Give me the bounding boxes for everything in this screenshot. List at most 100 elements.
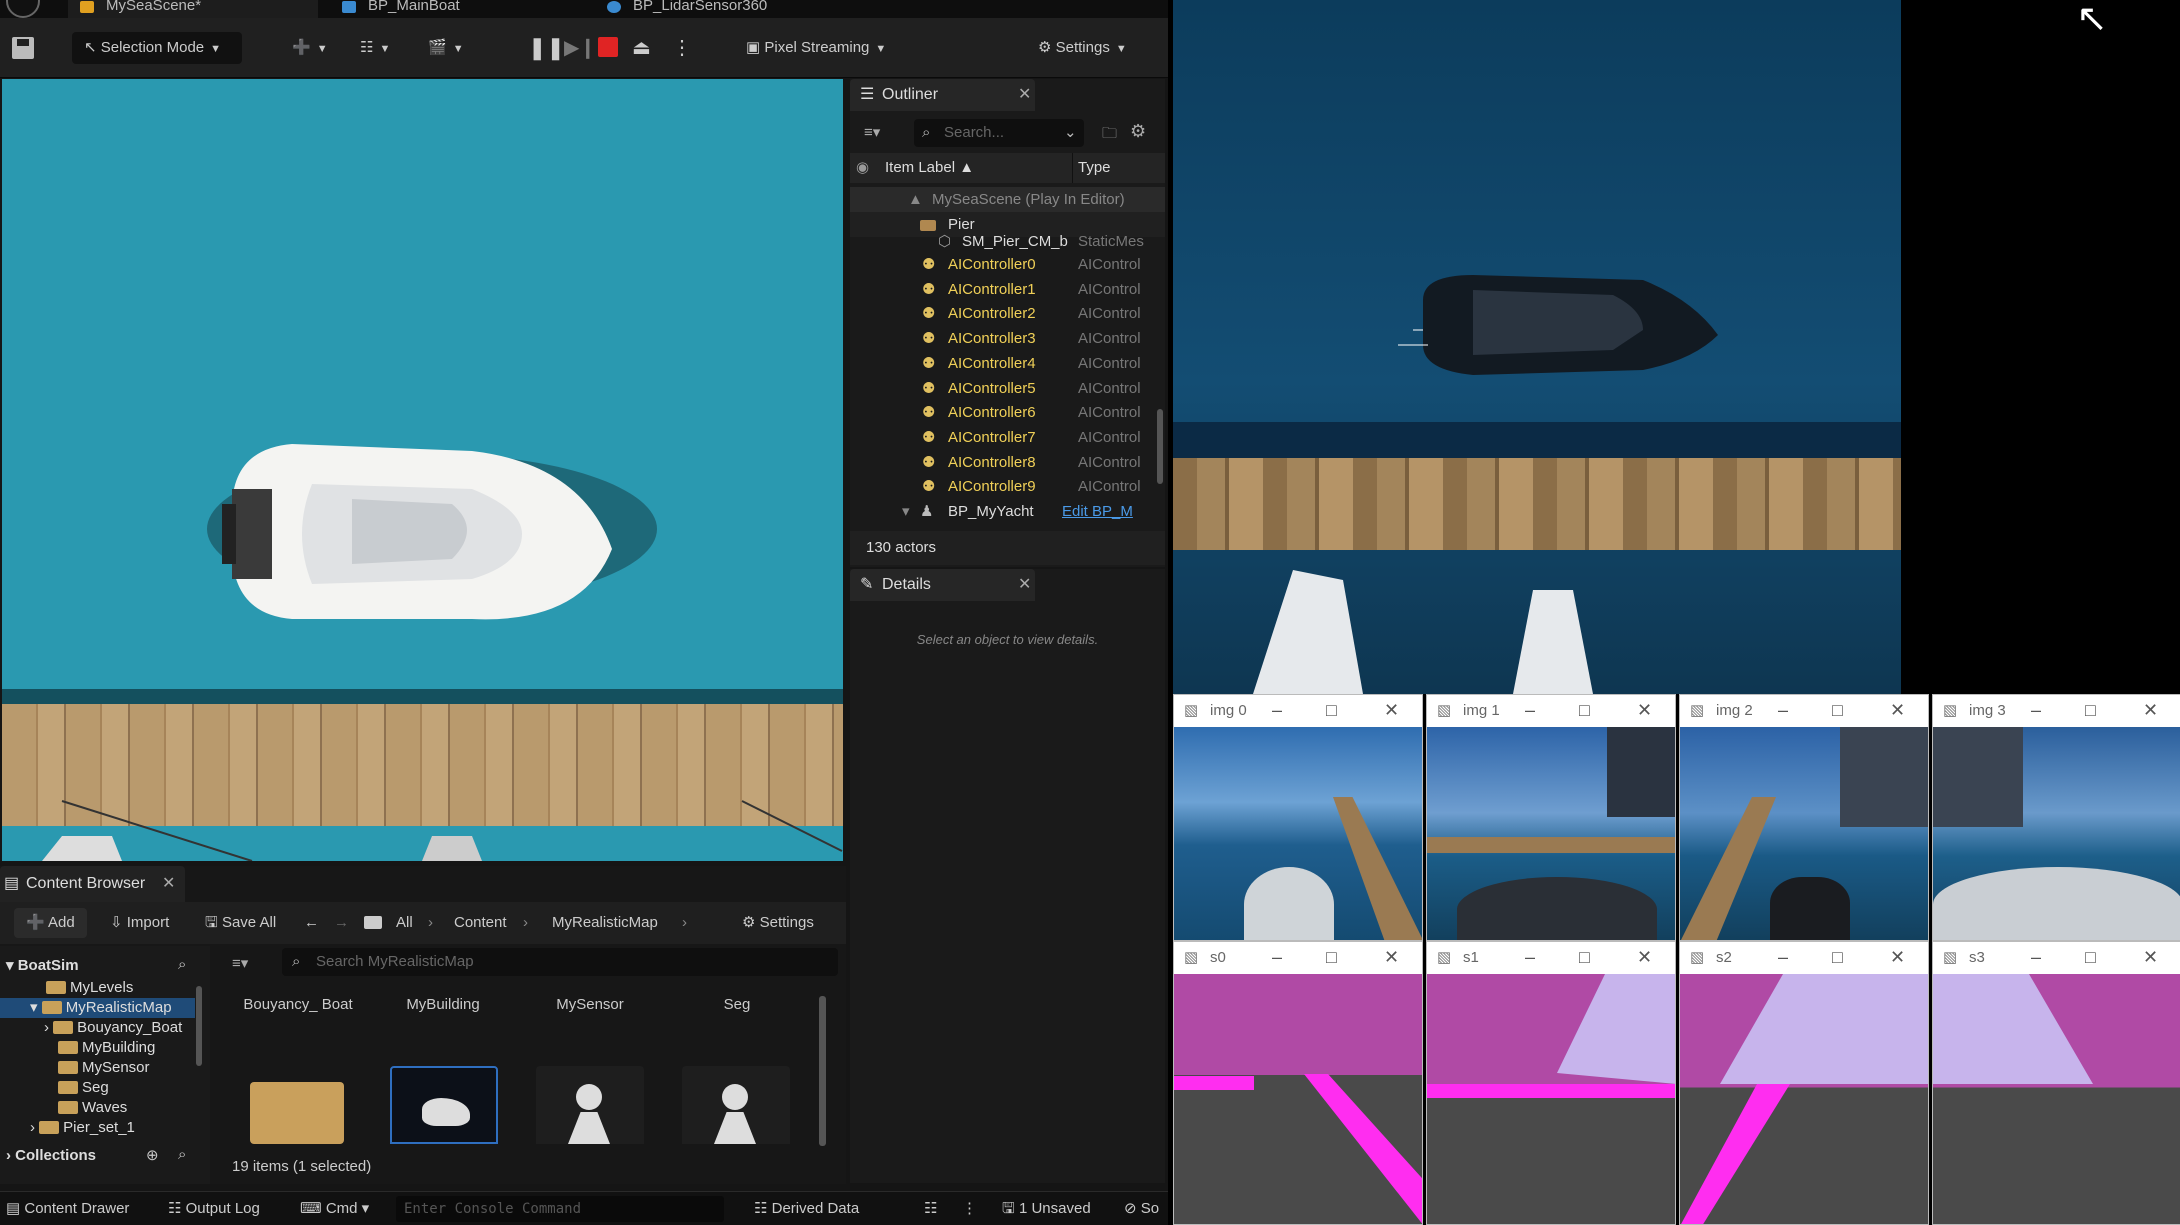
pause-button[interactable]: ❚❚ xyxy=(528,32,565,64)
content-settings-button[interactable]: ⚙ Settings xyxy=(742,908,814,938)
outliner-row-controller[interactable]: ⚉ AIController8 AIControl xyxy=(850,450,1165,475)
content-drawer-button[interactable]: ▤ Content Drawer xyxy=(6,1192,129,1225)
tab-myseascene[interactable]: MySeaScene* xyxy=(68,0,318,18)
close-icon[interactable]: ✕ xyxy=(1637,695,1652,727)
play-options-icon[interactable]: ⋮ xyxy=(672,32,692,64)
close-icon[interactable]: ✕ xyxy=(1384,942,1399,974)
minimize-icon[interactable]: – xyxy=(2031,695,2041,727)
img-window-0[interactable]: img 0 ▧ – □ ✕ xyxy=(1173,694,1423,941)
tree-root[interactable]: ▾ BoatSim xyxy=(6,956,79,976)
minimize-icon[interactable]: – xyxy=(1778,695,1788,727)
more-icon[interactable]: ⋮ xyxy=(962,1192,977,1225)
outliner-row-controller[interactable]: ⚉ AIController9 AIControl xyxy=(850,474,1165,499)
save-icon[interactable] xyxy=(12,37,34,59)
level-viewport[interactable] xyxy=(2,79,843,861)
close-icon[interactable]: ✕ xyxy=(1018,79,1031,111)
maximize-icon[interactable]: □ xyxy=(1326,942,1337,974)
edit-blueprint-link[interactable]: Edit BP_M xyxy=(1062,499,1133,524)
outliner-row[interactable]: ⬡ SM_Pier_CM_b StaticMes xyxy=(850,231,1165,253)
pixel-streaming-dropdown[interactable]: ▣ Pixel Streaming ▼ xyxy=(746,32,886,64)
asset-search-input[interactable]: ⌕ Search MyRealisticMap xyxy=(282,948,838,976)
outliner-root-row[interactable]: ▲ MySeaScene (Play In Editor) xyxy=(850,187,1165,212)
details-tab[interactable]: ✎ Details ✕ xyxy=(850,569,1035,601)
maximize-icon[interactable]: □ xyxy=(1832,942,1843,974)
tree-item[interactable]: Waves xyxy=(58,1098,127,1118)
outliner-row-controller[interactable]: ⚉ AIController0 AIControl xyxy=(850,252,1165,277)
minimize-icon[interactable]: – xyxy=(1778,942,1788,974)
tree-scrollbar[interactable] xyxy=(196,986,202,1066)
close-icon[interactable]: ✕ xyxy=(1637,942,1652,974)
outliner-row-controller[interactable]: ⚉ AIController5 AIControl xyxy=(850,376,1165,401)
tree-item[interactable]: MyLevels xyxy=(46,978,133,998)
close-icon[interactable]: ✕ xyxy=(1890,695,1905,727)
selection-mode-dropdown[interactable]: ↖ Selection Mode ▼ xyxy=(72,32,242,64)
outliner-row-controller[interactable]: ⚉ AIController3 AIControl xyxy=(850,326,1165,351)
close-icon[interactable]: ✕ xyxy=(1384,695,1399,727)
img-window-1[interactable]: img 1 ▧ – □ ✕ xyxy=(1426,694,1676,941)
settings-dropdown[interactable]: ⚙ Settings ▼ xyxy=(1038,32,1127,64)
maximize-icon[interactable]: □ xyxy=(2085,942,2096,974)
output-log-button[interactable]: ☷ Output Log xyxy=(168,1192,260,1225)
maximize-icon[interactable]: □ xyxy=(1579,695,1590,727)
gear-icon[interactable]: ⚙ xyxy=(1130,121,1146,142)
stop-button[interactable] xyxy=(598,37,618,57)
asset-mybuilding-tile[interactable] xyxy=(390,1066,498,1144)
cmd-dropdown[interactable]: ⌨ Cmd ▾ xyxy=(300,1192,369,1225)
tab-bp-mainboat[interactable]: BP_MainBoat xyxy=(330,0,580,18)
collapse-arrow-icon[interactable]: ▾ xyxy=(902,499,910,524)
content-browser-tab[interactable]: ▤ Content Browser ✕ xyxy=(0,866,185,902)
history-back-icon[interactable]: ← xyxy=(304,908,319,938)
minimize-icon[interactable]: – xyxy=(1525,942,1535,974)
close-icon[interactable]: ✕ xyxy=(1018,569,1031,601)
minimize-icon[interactable]: – xyxy=(1272,695,1282,727)
path-all[interactable]: All xyxy=(396,908,413,938)
collections-header[interactable]: › Collections xyxy=(6,1146,96,1166)
maximize-icon[interactable]: □ xyxy=(1579,942,1590,974)
asset-mysensor-tile[interactable] xyxy=(536,1066,644,1144)
outliner-row-controller[interactable]: ⚉ AIController1 AIControl xyxy=(850,277,1165,302)
tree-item[interactable]: › Bouyancy_Boat xyxy=(44,1018,182,1038)
path-myrealisticmap[interactable]: MyRealisticMap xyxy=(552,908,658,938)
asset-seg-tile[interactable] xyxy=(682,1066,790,1144)
seg-window-2[interactable]: s2 ▧ – □ ✕ xyxy=(1679,941,1929,1225)
outliner-tab[interactable]: ☰ Outliner ✕ xyxy=(850,79,1035,111)
close-icon[interactable]: ✕ xyxy=(2143,942,2158,974)
outliner-row-controller[interactable]: ⚉ AIController6 AIControl xyxy=(850,400,1165,425)
asset-scrollbar[interactable] xyxy=(819,996,826,1146)
search-icon[interactable]: ⌕ xyxy=(178,956,186,973)
tree-item-selected[interactable]: ▾ MyRealisticMap xyxy=(0,998,195,1018)
outliner-search-input[interactable]: ⌕ Search... ⌄ xyxy=(914,119,1084,147)
new-folder-icon[interactable]: 🗀 xyxy=(1102,123,1117,148)
outliner-scrollbar[interactable] xyxy=(1157,409,1163,484)
add-actor-button[interactable]: ➕ ▼ xyxy=(292,32,328,64)
minimize-icon[interactable]: – xyxy=(2031,942,2041,974)
outliner-row-controller[interactable]: ⚉ AIController7 AIControl xyxy=(850,425,1165,450)
close-icon[interactable]: ✕ xyxy=(162,866,175,902)
tree-item[interactable]: › Pier_set_1 xyxy=(30,1118,135,1138)
maximize-icon[interactable]: □ xyxy=(1832,695,1843,727)
minimize-icon[interactable]: – xyxy=(1525,695,1535,727)
outliner-row-controller[interactable]: ⚉ AIController2 AIControl xyxy=(850,301,1165,326)
derived-data-button[interactable]: ☷ Derived Data xyxy=(754,1192,859,1225)
history-forward-icon[interactable]: → xyxy=(334,908,349,938)
filter-icon[interactable]: ≡▾ xyxy=(232,954,248,972)
item-label-column[interactable]: Item Label ▲ xyxy=(885,153,974,183)
tab-bp-lidarsensor360[interactable]: BP_LidarSensor360 xyxy=(595,0,845,18)
eject-button[interactable]: ⏏ xyxy=(632,32,651,64)
add-button[interactable]: ➕ Add xyxy=(14,908,87,938)
console-input[interactable]: Enter Console Command xyxy=(396,1196,724,1222)
maximize-icon[interactable]: □ xyxy=(1326,695,1337,727)
source-control-button[interactable]: ⊘ So xyxy=(1124,1192,1159,1225)
outliner-row-controller[interactable]: ⚉ AIController4 AIControl xyxy=(850,351,1165,376)
visibility-eye-icon[interactable]: ◉ xyxy=(856,153,869,183)
outliner-row-yacht[interactable]: ▾ ♟ BP_MyYacht Edit BP_M xyxy=(850,499,1165,524)
unsaved-button[interactable]: 🖫 1 Unsaved xyxy=(1002,1192,1091,1225)
tree-item[interactable]: Seg xyxy=(58,1078,109,1098)
img-window-2[interactable]: img 2 ▧ – □ ✕ xyxy=(1679,694,1929,941)
seg-window-1[interactable]: s1 ▧ – □ ✕ xyxy=(1426,941,1676,1225)
img-window-3[interactable]: img 3 ▧ – □ ✕ xyxy=(1932,694,2180,941)
path-content[interactable]: Content xyxy=(454,908,507,938)
minimize-icon[interactable]: – xyxy=(1272,942,1282,974)
notifications-icon[interactable]: ☷ xyxy=(924,1192,937,1225)
close-icon[interactable]: ✕ xyxy=(2143,695,2158,727)
